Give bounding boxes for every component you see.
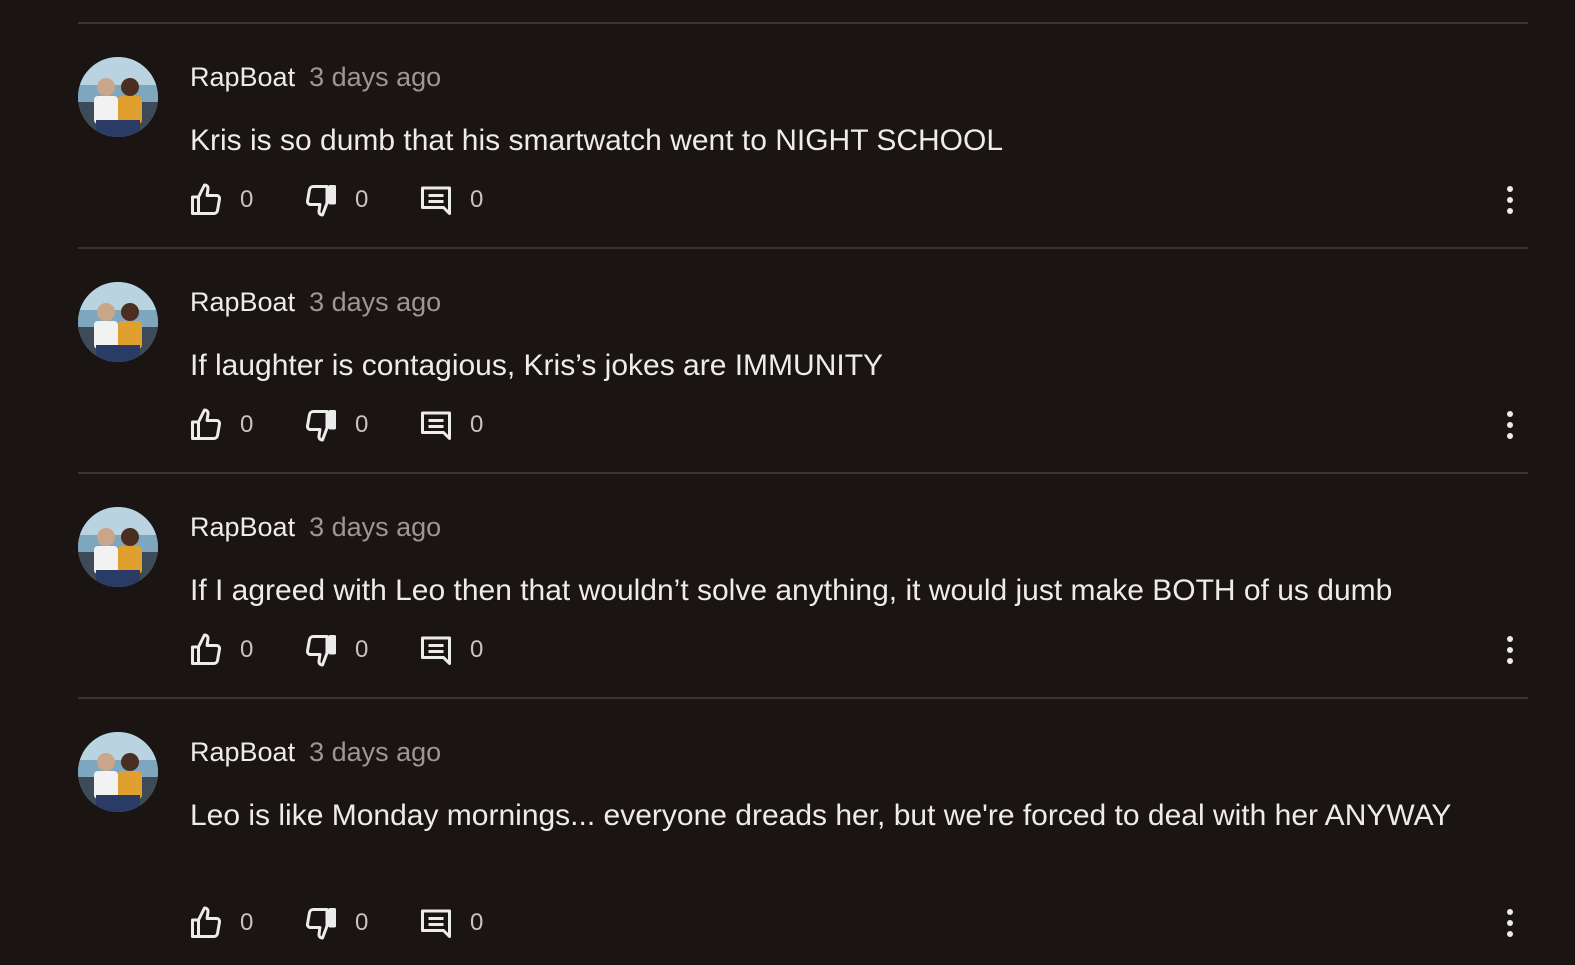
reply-button[interactable]: 0 <box>418 630 483 670</box>
comment-author[interactable]: RapBoat <box>190 287 295 317</box>
dislike-count: 0 <box>355 186 369 213</box>
comment-icon <box>421 186 451 215</box>
dislike-button[interactable]: 0 <box>303 405 368 445</box>
thumb-up-icon <box>191 633 221 665</box>
comment-actions: 0 0 0 <box>188 903 1528 943</box>
comment-meta: RapBoat 3 days ago <box>190 510 441 544</box>
more-options-button[interactable] <box>1500 184 1520 216</box>
thumb-up-icon <box>191 183 221 215</box>
reply-count: 0 <box>470 186 484 213</box>
comment-timestamp[interactable]: 3 days ago <box>309 512 441 542</box>
comment-author[interactable]: RapBoat <box>190 737 295 767</box>
reply-button[interactable]: 0 <box>418 180 483 220</box>
reply-button[interactable]: 0 <box>418 903 483 943</box>
comment-timestamp[interactable]: 3 days ago <box>309 287 441 317</box>
like-button[interactable]: 0 <box>188 630 253 670</box>
reply-count: 0 <box>470 411 484 438</box>
reply-count: 0 <box>470 909 484 936</box>
like-button[interactable]: 0 <box>188 903 253 943</box>
like-count: 0 <box>240 636 254 663</box>
thumb-down-icon <box>306 908 336 940</box>
comment-icon <box>421 411 451 440</box>
thumb-down-icon <box>306 185 336 217</box>
avatar[interactable] <box>78 282 158 362</box>
like-button[interactable]: 0 <box>188 405 253 445</box>
divider <box>78 472 1528 474</box>
divider <box>78 22 1528 24</box>
more-options-button[interactable] <box>1500 634 1520 666</box>
like-count: 0 <box>240 411 254 438</box>
reply-button[interactable]: 0 <box>418 405 483 445</box>
dislike-count: 0 <box>355 636 369 663</box>
more-vertical-icon <box>1507 909 1513 937</box>
divider <box>78 697 1528 699</box>
comment-timestamp[interactable]: 3 days ago <box>309 737 441 767</box>
comment-meta: RapBoat 3 days ago <box>190 60 441 94</box>
comment-text: If laughter is contagious, Kris’s jokes … <box>190 349 884 382</box>
more-vertical-icon <box>1507 636 1513 664</box>
comment-icon <box>421 636 451 665</box>
more-options-button[interactable] <box>1500 409 1520 441</box>
more-options-button[interactable] <box>1500 907 1520 939</box>
dislike-button[interactable]: 0 <box>303 903 368 943</box>
thumb-up-icon <box>191 408 221 440</box>
like-button[interactable]: 0 <box>188 180 253 220</box>
comment-text: Kris is so dumb that his smartwatch went… <box>190 124 1004 157</box>
reply-count: 0 <box>470 636 484 663</box>
comment-actions: 0 0 0 <box>188 180 1528 220</box>
comment-actions: 0 0 0 <box>188 630 1528 670</box>
dislike-count: 0 <box>355 411 369 438</box>
comment-author[interactable]: RapBoat <box>190 512 295 542</box>
like-count: 0 <box>240 186 254 213</box>
more-vertical-icon <box>1507 411 1513 439</box>
like-count: 0 <box>240 909 254 936</box>
comment-list: RapBoat 3 days ago Kris is so dumb that h… <box>0 0 1575 965</box>
comment-timestamp[interactable]: 3 days ago <box>309 62 441 92</box>
comment-icon <box>421 909 451 938</box>
comment-actions: 0 0 0 <box>188 405 1528 445</box>
more-vertical-icon <box>1507 186 1513 214</box>
avatar[interactable] <box>78 732 158 812</box>
comment-meta: RapBoat 3 days ago <box>190 735 441 769</box>
comment-author[interactable]: RapBoat <box>190 62 295 92</box>
dislike-button[interactable]: 0 <box>303 180 368 220</box>
thumb-down-icon <box>306 635 336 667</box>
thumb-down-icon <box>306 410 336 442</box>
dislike-count: 0 <box>355 909 369 936</box>
divider <box>78 247 1528 249</box>
thumb-up-icon <box>191 906 221 938</box>
comment-meta: RapBoat 3 days ago <box>190 285 441 319</box>
avatar[interactable] <box>78 57 158 137</box>
avatar[interactable] <box>78 507 158 587</box>
comment-text: If I agreed with Leo then that wouldn’t … <box>190 574 1393 607</box>
comment-text: Leo is like Monday mornings... everyone … <box>190 799 1452 832</box>
dislike-button[interactable]: 0 <box>303 630 368 670</box>
